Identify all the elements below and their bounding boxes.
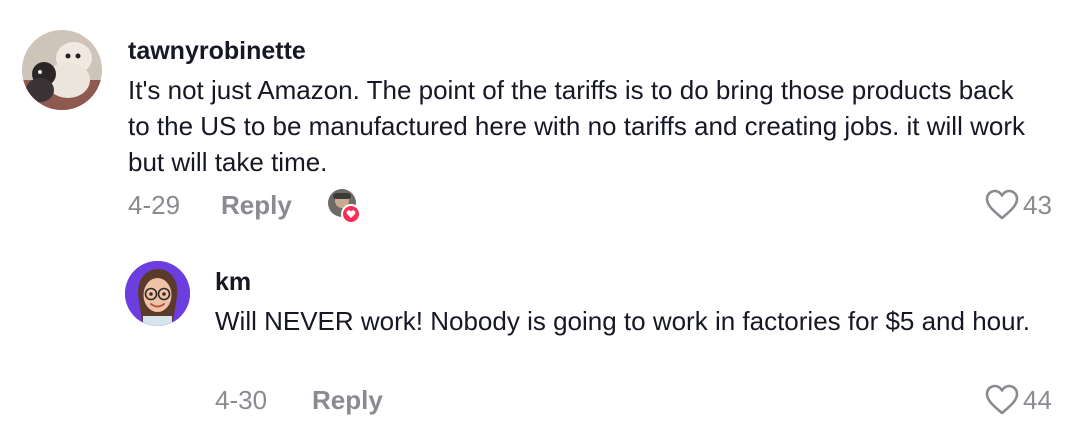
- comment-text: Will NEVER work! Nobody is going to work…: [215, 306, 1031, 336]
- creator-avatar-icon: [328, 189, 361, 224]
- username[interactable]: tawnyrobinette: [128, 37, 306, 66]
- like-count: 44: [1023, 384, 1052, 415]
- heart-icon: [985, 189, 1019, 220]
- reply-button[interactable]: Reply: [221, 190, 292, 221]
- memoji-avatar-icon: [125, 261, 190, 326]
- avatar[interactable]: [22, 30, 102, 110]
- heart-icon: [985, 384, 1019, 415]
- comment-date: 4-30: [215, 385, 268, 415]
- like-count: 43: [1023, 189, 1052, 220]
- avatar[interactable]: [125, 261, 190, 326]
- like-button[interactable]: 43: [985, 189, 1052, 221]
- comment-text: It's not just Amazon. The point of the t…: [128, 75, 1025, 177]
- reply-button[interactable]: Reply: [312, 385, 383, 416]
- dog-photo-icon: [22, 30, 102, 110]
- creator-liked-badge: [327, 188, 361, 224]
- like-button[interactable]: 44: [985, 384, 1052, 416]
- comment-date: 4-29: [128, 190, 181, 220]
- username[interactable]: km: [215, 268, 251, 297]
